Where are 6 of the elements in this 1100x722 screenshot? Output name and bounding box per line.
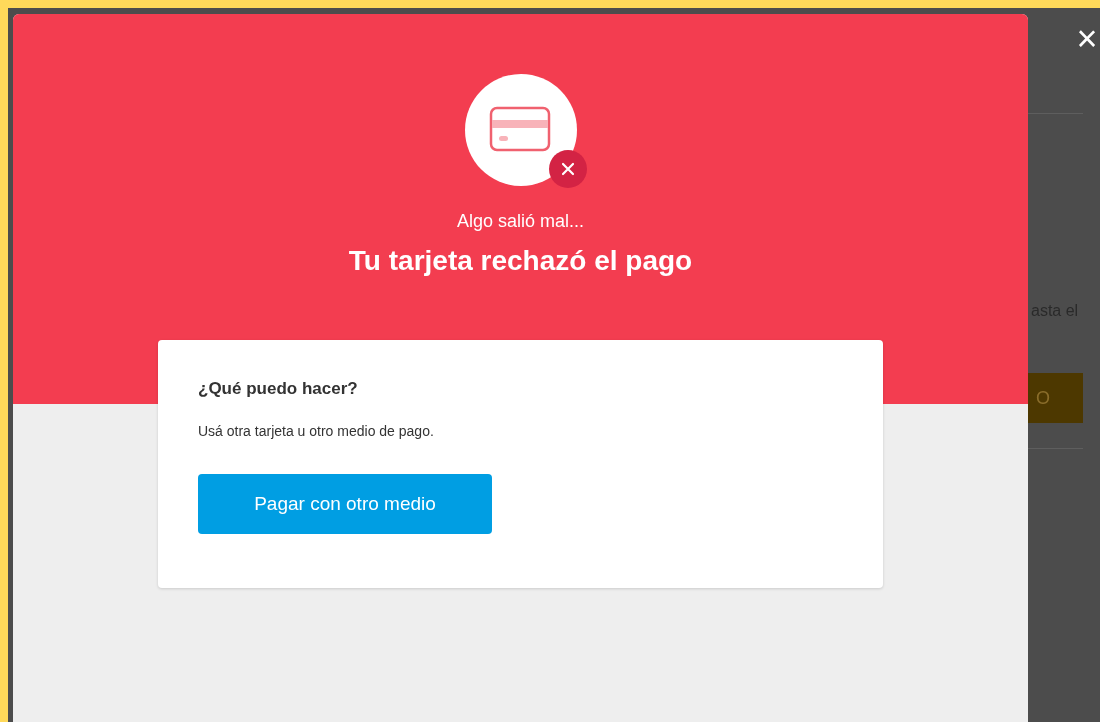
dialog-title: Tu tarjeta rechazó el pago: [348, 244, 693, 278]
error-badge-icon: [548, 150, 587, 188]
close-button[interactable]: ×: [1072, 22, 1100, 56]
card-heading: ¿Qué puedo hacer?: [198, 378, 358, 400]
dialog-subtitle: Algo salió mal...: [456, 210, 585, 232]
card-text: Usá otra tarjeta u otro medio de pago.: [198, 422, 434, 440]
